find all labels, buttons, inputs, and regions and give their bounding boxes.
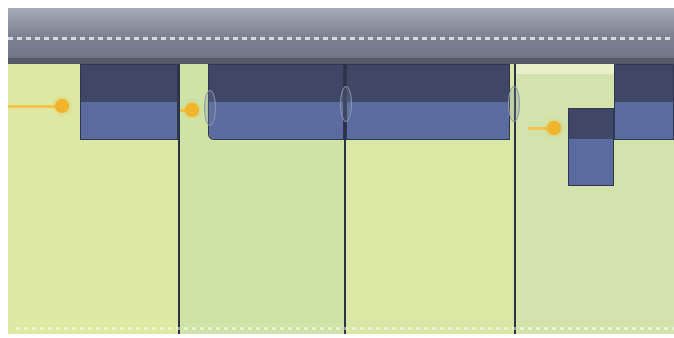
clip-body [347, 102, 509, 139]
clip-edge-handle[interactable] [508, 86, 520, 122]
clip-body [209, 102, 343, 139]
timeline-editor [8, 8, 674, 334]
clip-header [569, 109, 613, 140]
clip-header [615, 65, 673, 102]
timeline-clip-2[interactable] [208, 64, 344, 140]
playhead-arrow-icon[interactable] [8, 99, 69, 113]
clip-header [81, 65, 177, 102]
timeline-clip-4[interactable] [614, 64, 674, 140]
clip-header [209, 65, 343, 102]
clip-edge-handle[interactable] [340, 86, 352, 122]
clip-edge-handle[interactable] [204, 90, 216, 126]
playhead-arrow-icon[interactable] [180, 103, 199, 117]
clip-body [81, 102, 177, 139]
timeline-clip-1[interactable] [80, 64, 178, 140]
timeline-footer-dashes [16, 327, 674, 330]
timeline-ruler[interactable] [8, 8, 674, 64]
marker-dot [185, 103, 199, 117]
lane-divider[interactable] [178, 64, 180, 334]
clip-body [615, 102, 673, 139]
playhead-arrow-icon[interactable] [528, 121, 561, 135]
marker-dot [55, 99, 69, 113]
lane-highlight [516, 64, 614, 74]
clip-header [347, 65, 509, 102]
ruler-tick-marks [8, 37, 674, 40]
timeline-clip-5[interactable] [568, 108, 614, 186]
timeline-clip-3[interactable] [346, 64, 510, 140]
clip-body [569, 139, 613, 185]
marker-dot [547, 121, 561, 135]
